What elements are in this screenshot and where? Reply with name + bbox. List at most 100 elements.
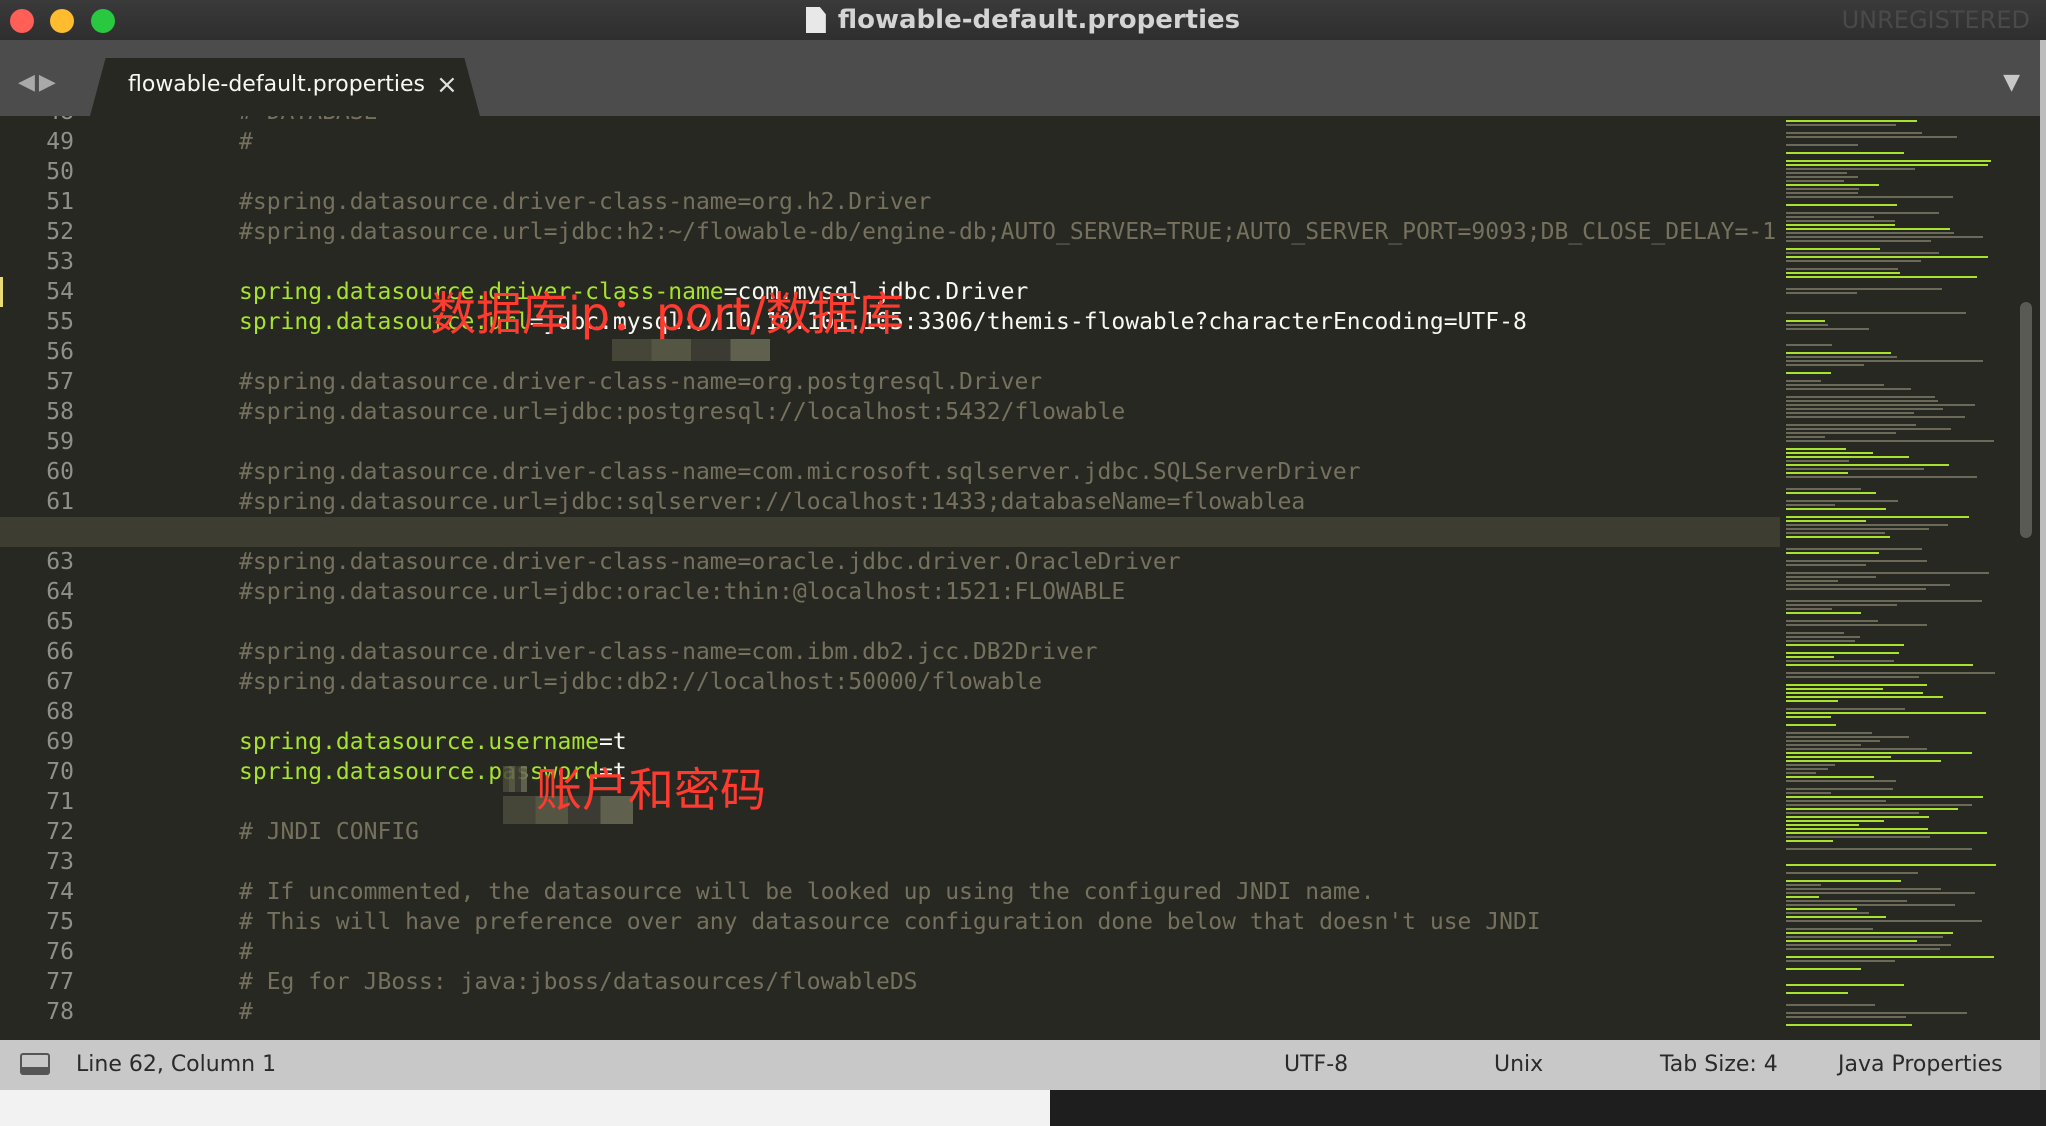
minimap-stroke [1786,848,1972,850]
comment-token: #spring.datasource.url=jdbc:sqlserver://… [239,489,1306,515]
comment-token: # JNDI CONFIG [239,819,420,845]
code-line[interactable]: #spring.datasource.url=jdbc:sqlserver://… [0,487,1780,517]
minimap-stroke [1786,524,1948,526]
code-line[interactable]: # If uncommented, the datasource will be… [0,877,1780,907]
tab-close-icon[interactable]: × [436,70,458,100]
minimap-stroke [1786,1004,1875,1006]
code-line[interactable] [0,697,1780,727]
minimap-stroke [1786,584,1950,586]
minimap-stroke [1786,904,1955,906]
syntax-indicator[interactable]: Java Properties [1838,1052,2003,1077]
minimap-stroke [1786,492,1876,494]
code-line[interactable]: #spring.datasource.url=jdbc:h2:~/flowabl… [0,217,1780,247]
code-line[interactable]: #spring.datasource.driver-class-name=org… [0,187,1780,217]
code-line-text: # This will have preference over any dat… [0,907,1541,937]
minimap-stroke [1786,572,1989,574]
code-line-text [0,157,239,187]
minimap-stroke [1786,536,1890,538]
code-line[interactable]: #spring.datasource.url=jdbc:db2://localh… [0,667,1780,697]
minimap-stroke [1786,796,1983,798]
code-area[interactable]: # DATABASE # #spring.datasource.driver-cla… [0,116,1780,1040]
code-line[interactable]: # Eg for JBoss: java:jboss/datasources/f… [0,967,1780,997]
code-line-text [0,607,239,637]
tab-nav-arrows[interactable]: ◀▶ [18,70,60,95]
code-line[interactable]: #spring.datasource.driver-class-name=com… [0,637,1780,667]
minimap-stroke [1786,448,1846,450]
minimap-stroke [1786,460,1849,462]
code-line[interactable] [0,787,1780,817]
vertical-scrollbar[interactable] [2020,302,2032,538]
back-arrow-icon[interactable]: ◀ [18,70,39,95]
code-line[interactable]: #spring.datasource.driver-class-name=com… [0,457,1780,487]
minimap-stroke [1786,576,1876,578]
code-line[interactable]: # [0,997,1780,1027]
minimap-stroke [1786,912,1869,914]
code-line[interactable]: #spring.datasource.driver-class-name=org… [0,367,1780,397]
tab-list-dropdown-icon[interactable]: ▼ [2003,70,2020,95]
comment-token: # [239,999,253,1025]
minimap-stroke [1786,792,1831,794]
minimap-stroke [1786,344,1832,346]
minimap-stroke [1786,968,1861,970]
code-line[interactable] [0,247,1780,277]
unregistered-label: UNREGISTERED [1841,6,2030,34]
minimap[interactable] [1780,116,2020,1040]
minimap-stroke [1786,928,1873,930]
tab-file[interactable]: flowable-default.properties × [90,58,480,116]
minimap-stroke [1786,488,1861,490]
minimap-stroke [1786,528,1929,530]
forward-arrow-icon[interactable]: ▶ [39,70,60,95]
property-value-token: t [612,729,627,755]
minimap-stroke [1786,476,1977,478]
code-editor[interactable]: 4849505152535455565758596061626364656667… [0,116,2040,1040]
minimap-stroke [1786,608,1832,610]
code-line[interactable]: # [0,937,1780,967]
tab-size-indicator[interactable]: Tab Size: 4 [1660,1052,1778,1077]
code-line[interactable] [0,427,1780,457]
comment-token: #spring.datasource.driver-class-name=ora… [239,549,1181,575]
code-line[interactable]: # DATABASE [0,116,1780,127]
minimap-stroke [1786,1016,1906,1018]
minimap-stroke [1786,432,1896,434]
code-line[interactable]: #spring.datasource.driver-class-name=ora… [0,547,1780,577]
code-line[interactable] [0,517,1780,547]
redacted-username [503,766,527,792]
minimap-stroke [1786,652,1899,654]
code-line[interactable]: #spring.datasource.url=jdbc:postgresql:/… [0,397,1780,427]
minimap-stroke [1786,864,1996,866]
code-line-text: # If uncommented, the datasource will be… [0,877,1374,907]
minimap-stroke [1786,228,1950,230]
minimap-stroke [1786,588,1926,590]
minimap-stroke [1786,436,1825,438]
minimap-stroke [1786,724,1836,726]
minimap-stroke [1786,144,1858,146]
document-icon [805,7,826,33]
minimap-stroke [1786,828,1928,830]
code-line-text: #spring.datasource.url=jdbc:oracle:thin:… [0,577,1125,607]
code-line-text: #spring.datasource.url=jdbc:sqlserver://… [0,487,1305,517]
code-line[interactable]: # This will have preference over any dat… [0,907,1780,937]
code-line[interactable] [0,847,1780,877]
code-line[interactable] [0,607,1780,637]
minimap-stroke [1786,948,1940,950]
minimap-stroke [1786,664,1973,666]
code-line[interactable]: #spring.datasource.url=jdbc:oracle:thin:… [0,577,1780,607]
minimap-stroke [1786,776,1874,778]
minimap-stroke [1786,892,1975,894]
minimap-stroke [1786,620,1878,622]
code-line[interactable] [0,157,1780,187]
window-title: flowable-default.properties [837,5,1241,35]
minimap-stroke [1786,520,1866,522]
minimap-stroke [1786,324,1828,326]
code-line[interactable]: # [0,127,1780,157]
line-endings-indicator[interactable]: Unix [1494,1052,1543,1077]
minimap-stroke [1786,900,1907,902]
cursor-position[interactable]: Line 62, Column 1 [76,1052,276,1077]
code-line[interactable]: spring.datasource.password=t [0,757,1780,787]
minimap-stroke [1786,772,1816,774]
panel-toggle-icon[interactable] [20,1053,50,1075]
separator-token: = [599,729,613,755]
encoding-indicator[interactable]: UTF-8 [1284,1052,1348,1077]
code-line[interactable]: # JNDI CONFIG [0,817,1780,847]
code-line[interactable]: spring.datasource.username=t [0,727,1780,757]
